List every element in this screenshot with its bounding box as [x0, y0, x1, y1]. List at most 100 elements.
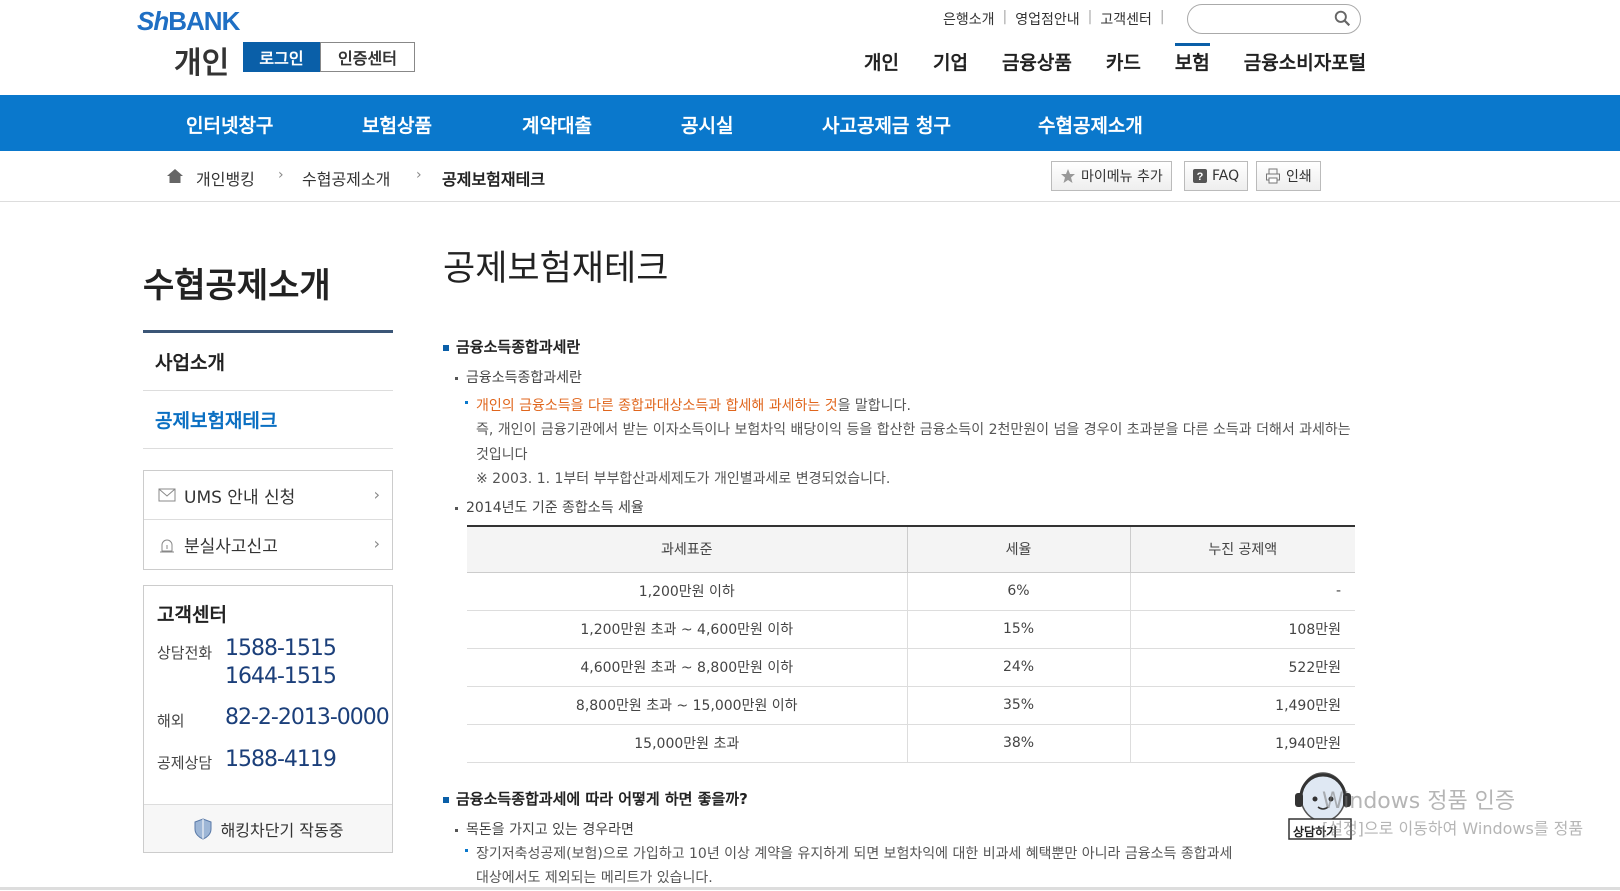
gnb-personal[interactable]: 개인 — [864, 48, 899, 75]
phone-number-2: 1644-1515 — [225, 664, 337, 689]
add-my-menu-button[interactable]: 마이메뉴 추가 — [1051, 161, 1172, 191]
table-row: 4,600만원 초과 ~ 8,800만원 이하 24% 522만원 — [467, 648, 1355, 687]
definition-text: 개인의 금융소득을 다른 종합과대상소득과 합세해 과세하는 것을 말합니다. — [465, 394, 911, 419]
util-link-about[interactable]: 은행소개 — [935, 9, 1003, 29]
table-cell: 108만원 — [1130, 610, 1355, 649]
hacking-blocker-label: 해킹차단기 작동중 — [220, 820, 344, 840]
loss-report-link[interactable]: 분실사고신고 › — [144, 520, 392, 569]
table-cell: 522만원 — [1130, 648, 1355, 687]
table-cell: - — [1130, 572, 1355, 611]
advice-text: 장기저축성공제(보험)으로 가입하고 10년 이상 계약을 유지하게 되면 보험… — [465, 842, 1355, 867]
util-link-branch[interactable]: 영업점안내 — [1007, 9, 1087, 29]
table-header-row: 과세표준 세율 누진 공제액 — [467, 525, 1355, 573]
deduction-number: 1588-4119 — [225, 747, 337, 772]
table-cell: 24% — [907, 648, 1131, 687]
gnb-consumer-portal[interactable]: 금융소비자포털 — [1244, 48, 1366, 75]
global-nav: 개인 기업 금융상품 카드 보험 금융소비자포털 — [864, 43, 1400, 75]
table-cell: 38% — [907, 724, 1131, 763]
deduction-label: 공제상담 — [157, 754, 213, 772]
sidebar-item-insurance-finance[interactable]: 공제보험재테크 — [143, 391, 393, 449]
section-heading: 금융소득종합과세에 따라 어떻게 하면 좋을까? — [443, 788, 748, 809]
ums-apply-label: UMS 안내 신청 — [184, 487, 296, 508]
windows-activation-watermark: Windows 정품 인증 — [1322, 789, 1516, 814]
section-heading: 금융소득종합과세란 — [443, 336, 580, 357]
table-cell: 1,200만원 이하 — [467, 572, 908, 611]
print-label: 인쇄 — [1286, 169, 1312, 185]
gnb-card[interactable]: 카드 — [1106, 48, 1141, 75]
nav-contract-loan[interactable]: 계약대출 — [522, 111, 592, 138]
sub-heading: 목돈을 가지고 있는 경우라면 — [455, 819, 634, 839]
nav-disclosure[interactable]: 공시실 — [681, 111, 733, 138]
shield-icon — [194, 817, 212, 840]
phone-number-1: 1588-1515 — [225, 636, 337, 661]
envelope-icon — [158, 488, 176, 502]
print-button[interactable]: 인쇄 — [1256, 161, 1321, 191]
printer-icon — [1266, 168, 1280, 184]
nav-suhyup-intro[interactable]: 수협공제소개 — [1038, 111, 1143, 138]
hacking-blocker-status[interactable]: 해킹차단기 작동중 — [144, 804, 392, 852]
windows-activation-subtext: [설정]으로 이동하여 Windows를 정품 — [1322, 819, 1584, 838]
breadcrumb-item[interactable]: 수협공제소개 — [302, 166, 390, 190]
table-row: 15,000만원 초과 38% 1,940만원 — [467, 724, 1355, 763]
faq-button[interactable]: ? FAQ — [1184, 161, 1249, 191]
sidebar-item-business-intro[interactable]: 사업소개 — [143, 333, 393, 391]
column-header: 세율 — [907, 525, 1131, 573]
utility-links: 은행소개 | 영업점안내 | 고객센터 | — [935, 9, 1165, 29]
cert-center-button[interactable]: 인증센터 — [320, 42, 415, 72]
definition-highlight: 개인의 금융소득을 다른 종합과대상소득과 합세해 과세하는 것 — [476, 398, 838, 414]
tax-rate-table: 과세표준 세율 누진 공제액 1,200만원 이하 6% - 1,200만원 초… — [467, 525, 1355, 763]
table-cell: 15,000만원 초과 — [467, 724, 908, 763]
home-icon[interactable] — [166, 168, 184, 184]
search-input[interactable] — [1200, 6, 1330, 32]
gnb-business[interactable]: 기업 — [933, 48, 968, 75]
sub-heading: 2014년도 기준 종합소득 세율 — [455, 497, 644, 517]
table-cell: 4,600만원 초과 ~ 8,800만원 이하 — [467, 648, 908, 687]
breadcrumb: 개인뱅킹 › 수협공제소개 › 공제보험재테크 마이메뉴 추가 ? FAQ 인쇄 — [0, 151, 1620, 202]
overseas-number: 82-2-2013-0000 — [225, 705, 390, 730]
sidebar-menu: 사업소개 공제보험재테크 — [143, 330, 393, 449]
alarm-icon — [160, 539, 174, 552]
gnb-insurance[interactable]: 보험 — [1174, 43, 1210, 75]
svg-text:?: ? — [1197, 171, 1204, 183]
page-title: 공제보험재테크 — [443, 249, 669, 289]
definition-suffix: 을 말합니다. — [837, 398, 911, 414]
table-cell: 8,800만원 초과 ~ 15,000만원 이하 — [467, 686, 908, 725]
sidebar-title: 수협공제소개 — [143, 266, 331, 306]
logo-bank: BANK — [168, 6, 240, 36]
chevron-right-icon: › — [278, 167, 284, 183]
logo-personal: 개인 — [174, 46, 230, 81]
search-icon[interactable] — [1334, 10, 1351, 27]
util-link-customer[interactable]: 고객센터 — [1092, 9, 1160, 29]
table-cell: 1,490만원 — [1130, 686, 1355, 725]
column-header: 누진 공제액 — [1130, 525, 1355, 573]
gnb-products[interactable]: 금융상품 — [1002, 48, 1072, 75]
note-text: ※ 2003. 1. 1부터 부부합산과세제도가 개인별과세로 변경되었습니다. — [476, 471, 891, 487]
table-row: 1,200만원 초과 ~ 4,600만원 이하 15% 108만원 — [467, 610, 1355, 649]
breadcrumb-current: 공제보험재테크 — [442, 170, 546, 189]
nav-internet-branch[interactable]: 인터넷창구 — [186, 111, 273, 138]
search-box — [1187, 4, 1361, 34]
ums-apply-link[interactable]: UMS 안내 신청 › — [144, 471, 392, 520]
table-row: 1,200만원 이하 6% - — [467, 572, 1355, 611]
table-cell: 35% — [907, 686, 1131, 725]
table-cell: 1,940만원 — [1130, 724, 1355, 763]
chevron-right-icon: › — [373, 534, 380, 553]
login-button[interactable]: 로그인 — [243, 42, 320, 72]
shbank-logo[interactable]: ShBANK — [137, 6, 240, 37]
nav-insurance-products[interactable]: 보험상품 — [362, 111, 432, 138]
faq-label: FAQ — [1212, 168, 1240, 184]
chevron-right-icon: › — [373, 485, 380, 504]
chevron-right-icon: › — [416, 167, 422, 183]
explanation-text: 즉, 개인이 금융기관에서 받는 이자소득이나 보험차익 배당이익 등을 합산한… — [476, 422, 1351, 463]
sub-heading: 금융소득종합과세란 — [455, 367, 582, 387]
nav-claim[interactable]: 사고공제금 청구 — [822, 111, 951, 138]
loss-report-label: 분실사고신고 — [184, 537, 278, 557]
divider: | — [1159, 9, 1165, 25]
star-icon — [1061, 169, 1075, 183]
phone-label: 상담전화 — [157, 644, 213, 662]
main-nav: 인터넷창구 보험상품 계약대출 공시실 사고공제금 청구 수협공제소개 — [0, 95, 1620, 151]
logo-sh: Sh — [137, 6, 169, 36]
header: ShBANK 개인 로그인 인증센터 은행소개 | 영업점안내 | 고객센터 | 개인… — [0, 0, 1620, 95]
breadcrumb-item[interactable]: 개인뱅킹 — [196, 166, 255, 190]
customer-center-box: 고객센터 상담전화 1588-1515 1644-1515 해외 82-2-20… — [143, 585, 393, 853]
